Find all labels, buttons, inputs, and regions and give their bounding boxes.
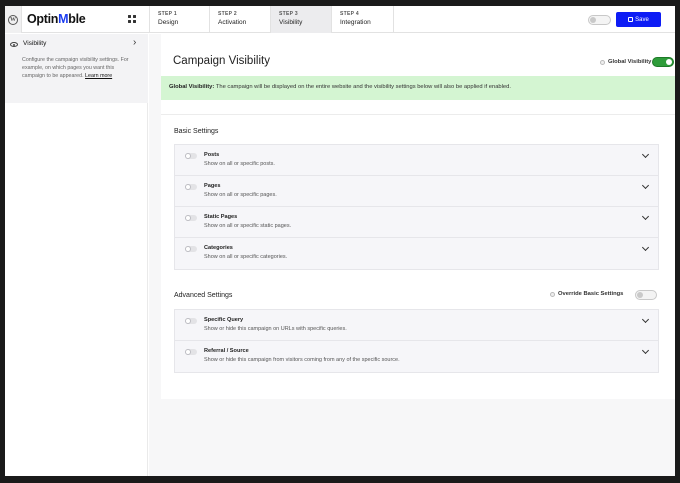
- tab-step-integration[interactable]: STEP 4 Integration: [332, 6, 394, 33]
- step-number: STEP 4: [340, 11, 359, 17]
- tab-step-activation[interactable]: STEP 2 Activation: [210, 6, 271, 33]
- setting-row-referral-source[interactable]: Referral / Source Show or hide this camp…: [175, 341, 658, 372]
- setting-description: Show on all or specific posts.: [204, 161, 275, 167]
- wordpress-menu-button[interactable]: W: [5, 6, 22, 33]
- setting-row-posts[interactable]: Posts Show on all or specific posts.: [175, 145, 658, 176]
- top-bar: W OptinMble STEP 1 Design STEP 2 Activat…: [5, 6, 675, 33]
- basic-settings-title: Basic Settings: [174, 128, 219, 135]
- eye-icon: [10, 42, 18, 47]
- advanced-settings-card: Advanced Settings Specific Query Show or…: [161, 270, 675, 399]
- basic-settings-list: Posts Show on all or specific posts. Pag…: [174, 144, 659, 270]
- step-label: Activation: [218, 19, 247, 26]
- tab-step-visibility[interactable]: STEP 3 Visibility: [271, 6, 332, 33]
- sidebar-item-visibility[interactable]: Visibility › Configure the campaign visi…: [5, 34, 148, 103]
- step-number: STEP 3: [279, 11, 298, 17]
- save-button[interactable]: Save: [616, 12, 661, 27]
- setting-row-static-pages[interactable]: Static Pages Show on all or specific sta…: [175, 207, 658, 238]
- global-visibility-toggle[interactable]: [652, 57, 674, 67]
- notice-text: The campaign will be displayed on the en…: [214, 84, 511, 90]
- help-dot-icon[interactable]: [600, 60, 605, 65]
- apps-grid-icon[interactable]: [128, 15, 136, 23]
- basic-settings-card: Basic Settings Posts Show on all or spec…: [161, 114, 675, 270]
- chevron-down-icon[interactable]: [641, 212, 650, 221]
- app-window: W OptinMble STEP 1 Design STEP 2 Activat…: [5, 6, 675, 476]
- static-pages-toggle[interactable]: [185, 214, 197, 221]
- setting-title: Pages: [204, 183, 221, 189]
- chevron-right-icon: ›: [133, 37, 137, 48]
- notice-heading: Global Visibility:: [169, 84, 215, 90]
- step-number: STEP 2: [218, 11, 237, 17]
- setting-description: Show or hide this campaign on URLs with …: [204, 326, 347, 332]
- setting-description: Show on all or specific static pages.: [204, 223, 292, 229]
- save-button-label: Save: [635, 16, 649, 23]
- chevron-down-icon[interactable]: [641, 150, 650, 159]
- logo-suffix: ble: [68, 12, 86, 26]
- referral-source-toggle[interactable]: [185, 348, 197, 355]
- setting-title: Posts: [204, 152, 220, 158]
- advanced-settings-list: Specific Query Show or hide this campaig…: [174, 309, 659, 373]
- global-visibility-notice: Global Visibility: The campaign will be …: [161, 76, 675, 100]
- categories-toggle[interactable]: [185, 245, 197, 252]
- main-panel: Campaign Visibility Global Visibility Gl…: [149, 34, 675, 476]
- step-label: Design: [158, 19, 179, 26]
- campaign-status-toggle[interactable]: [588, 15, 611, 25]
- setting-title: Referral / Source: [204, 348, 249, 354]
- step-label: Integration: [340, 19, 371, 26]
- chevron-down-icon[interactable]: [641, 315, 650, 324]
- setting-description: Show on all or specific categories.: [204, 254, 288, 260]
- setting-title: Specific Query: [204, 317, 244, 323]
- setting-row-specific-query[interactable]: Specific Query Show or hide this campaig…: [175, 310, 658, 341]
- logo-prefix: Optin: [27, 12, 59, 26]
- page-title: Campaign Visibility: [173, 55, 270, 67]
- setting-description: Show on all or specific pages.: [204, 192, 277, 198]
- sidebar-description: Configure the campaign visibility settin…: [22, 56, 130, 80]
- visibility-content: Campaign Visibility Global Visibility Gl…: [161, 34, 675, 399]
- chevron-down-icon[interactable]: [641, 243, 650, 252]
- global-visibility-label: Global Visibility: [608, 59, 652, 65]
- override-basic-settings-label: Override Basic Settings: [558, 291, 624, 297]
- step-number: STEP 1: [158, 11, 177, 17]
- wordpress-icon: W: [8, 14, 18, 25]
- advanced-settings-title: Advanced Settings: [174, 292, 233, 299]
- specific-query-toggle[interactable]: [185, 317, 197, 324]
- step-tabs: STEP 1 Design STEP 2 Activation STEP 3 V…: [149, 6, 394, 33]
- setting-title: Static Pages: [204, 214, 238, 220]
- logo-mark: M: [58, 12, 69, 26]
- chevron-down-icon[interactable]: [641, 346, 650, 355]
- override-basic-settings-toggle[interactable]: [635, 290, 657, 300]
- save-icon: [628, 17, 634, 22]
- optinmonster-logo: OptinMble: [27, 12, 86, 26]
- chevron-down-icon[interactable]: [641, 181, 650, 190]
- help-dot-icon[interactable]: [550, 292, 555, 297]
- sidebar-description-text: Configure the campaign visibility settin…: [22, 57, 129, 79]
- setting-row-pages[interactable]: Pages Show on all or specific pages.: [175, 176, 658, 207]
- sidebar-item-label: Visibility: [23, 40, 47, 47]
- setting-row-categories[interactable]: Categories Show on all or specific categ…: [175, 238, 658, 269]
- posts-toggle[interactable]: [185, 152, 197, 159]
- setting-title: Categories: [204, 245, 233, 251]
- tab-step-design[interactable]: STEP 1 Design: [149, 6, 210, 33]
- learn-more-link[interactable]: Learn more: [85, 73, 112, 79]
- sidebar: Visibility › Configure the campaign visi…: [5, 34, 148, 476]
- step-label: Visibility: [279, 19, 303, 26]
- pages-toggle[interactable]: [185, 183, 197, 190]
- setting-description: Show or hide this campaign from visitors…: [204, 357, 400, 363]
